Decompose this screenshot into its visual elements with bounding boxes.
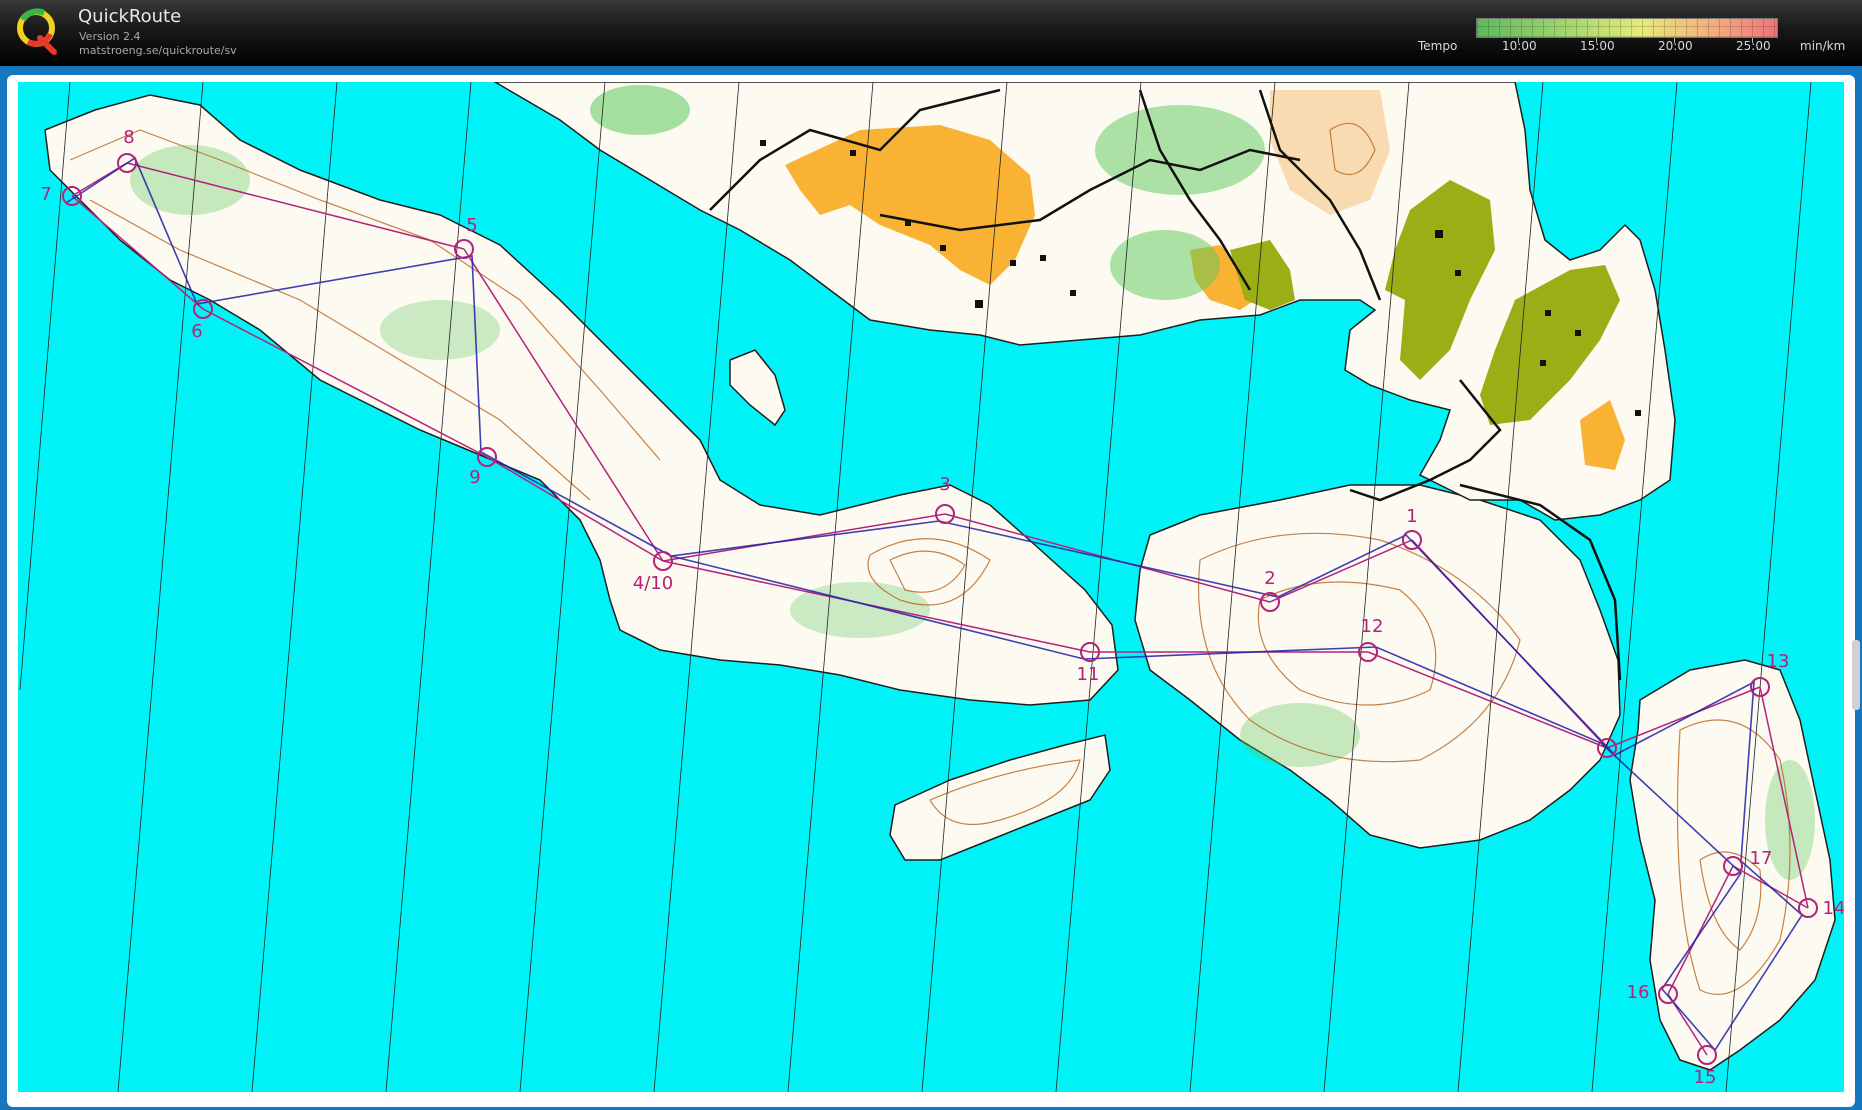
control-number-label: 2: [1264, 568, 1275, 589]
app-url-link[interactable]: matstroeng.se/quickroute/sv: [79, 44, 237, 57]
app-header: QuickRoute Version 2.4 matstroeng.se/qui…: [0, 0, 1862, 66]
control-number-label: 3: [939, 474, 950, 495]
control-number-label: 9: [469, 467, 480, 488]
green-vegetation: [590, 85, 690, 135]
tempo-color-scale: [1476, 18, 1778, 38]
quickroute-q-logo-icon: [17, 8, 57, 55]
control-number-label: 13: [1767, 651, 1790, 672]
control-number-label: 1: [1406, 506, 1417, 527]
control-number-label: 8: [123, 127, 134, 148]
app-title: QuickRoute: [78, 6, 182, 27]
control-number-label: 15: [1694, 1067, 1717, 1088]
control-number-label: 11: [1077, 664, 1100, 685]
green-vegetation: [380, 300, 500, 360]
control-number-label: 7: [40, 184, 51, 205]
control-number-label: 4/10: [633, 573, 673, 594]
tempo-tick-label: 25:00: [1736, 39, 1771, 53]
tempo-tick-label: 15:00: [1580, 39, 1615, 53]
green-vegetation: [1110, 230, 1220, 300]
control-number-label: 14: [1823, 898, 1844, 919]
tempo-legend-label: Tempo: [1418, 39, 1458, 53]
tempo-tick-label: 10:00: [1502, 39, 1537, 53]
tempo-unit-label: min/km: [1800, 39, 1846, 53]
control-number-label: 12: [1361, 616, 1384, 637]
vertical-scrollbar[interactable]: [1852, 640, 1860, 710]
green-vegetation: [130, 145, 250, 215]
control-number-label: 6: [191, 321, 202, 342]
control-number-label: 5: [466, 215, 477, 236]
control-number-label: 17: [1750, 848, 1773, 869]
control-number-label: 16: [1627, 982, 1650, 1003]
app-version: Version 2.4: [79, 30, 141, 43]
orienteering-map[interactable]: 1234/105678911121314151617: [18, 82, 1844, 1092]
tempo-tick-label: 20:00: [1658, 39, 1693, 53]
